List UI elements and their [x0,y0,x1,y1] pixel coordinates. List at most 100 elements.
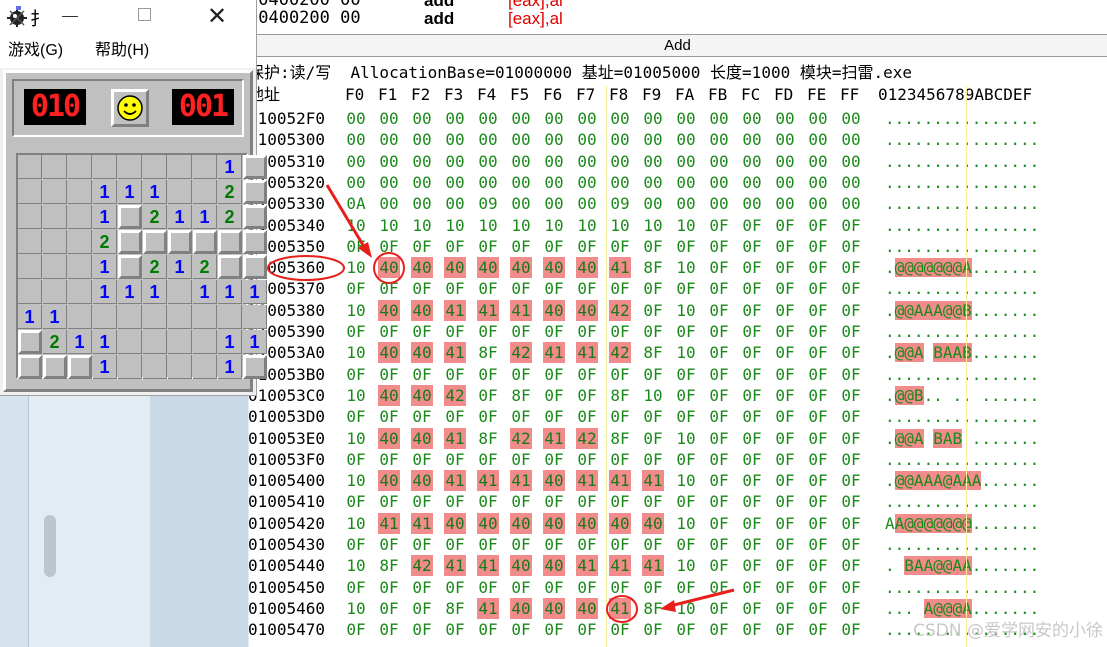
dump-byte[interactable]: 10 [510,215,532,236]
mine-cell[interactable]: 1 [93,330,117,354]
dump-byte[interactable]: 0F [543,406,565,427]
dump-byte[interactable]: 00 [543,108,565,129]
mine-cell[interactable] [43,155,67,179]
dump-byte[interactable]: 0F [345,278,367,299]
dump-byte[interactable]: 0F [708,257,730,278]
dump-byte[interactable]: 00 [543,172,565,193]
dump-byte[interactable]: 00 [807,108,829,129]
mine-cell[interactable] [218,305,242,329]
dump-byte[interactable]: 0F [807,236,829,257]
dump-byte[interactable]: 00 [642,129,664,150]
dump-byte[interactable]: 00 [477,151,499,172]
dump-byte[interactable]: 00 [510,129,532,150]
dump-byte[interactable]: 0F [741,215,763,236]
dump-byte[interactable]: 0F [807,300,829,321]
dump-byte[interactable]: 00 [543,193,565,214]
mine-cell[interactable] [143,305,167,329]
dump-byte[interactable]: 00 [378,172,400,193]
dump-byte[interactable]: 0F [741,406,763,427]
dump-byte[interactable]: 41 [543,427,565,449]
dump-byte[interactable]: 10 [675,342,697,363]
dump-byte[interactable]: 00 [345,151,367,172]
dump-byte[interactable]: 0F [378,598,400,619]
dump-byte[interactable]: 00 [444,108,466,129]
dump-byte[interactable]: 0F [543,321,565,342]
mine-cell[interactable] [68,155,92,179]
dump-byte[interactable]: 0F [774,215,796,236]
dump-byte[interactable]: 0F [840,555,862,576]
mine-cell[interactable]: 1 [18,305,42,329]
dump-byte[interactable]: 0F [741,385,763,406]
dump-byte[interactable]: 0F [411,364,433,385]
dump-byte[interactable]: 0F [345,577,367,598]
dump-byte[interactable]: 0F [411,321,433,342]
dump-byte[interactable]: 10 [345,385,367,406]
dump-byte[interactable]: 00 [774,108,796,129]
dump-byte[interactable]: 0F [774,534,796,555]
mine-cell[interactable]: 2 [43,330,67,354]
dump-byte[interactable]: 00 [741,151,763,172]
mine-cell[interactable] [68,205,92,229]
dump-byte[interactable]: 0F [543,491,565,512]
mine-cell[interactable] [193,305,217,329]
dump-byte[interactable]: 00 [840,108,862,129]
dump-byte[interactable]: 0F [411,449,433,470]
mine-cell[interactable]: 2 [143,255,167,279]
dump-byte[interactable]: 40 [510,555,532,577]
dump-byte[interactable]: 0F [675,385,697,406]
dump-byte[interactable]: 0F [576,577,598,598]
dump-byte[interactable]: 41 [609,257,631,279]
dump-byte[interactable]: 0F [774,598,796,619]
dump-byte[interactable]: 40 [477,257,499,279]
dump-row[interactable]: 01005320 00 00 00 00 00 00 00 00 00 00 00 00 00 00 00 00… [248,172,1107,193]
dump-byte[interactable]: 0F [840,619,862,640]
mine-cell[interactable] [168,280,192,304]
dump-byte[interactable]: 00 [675,151,697,172]
dump-byte[interactable]: 40 [543,470,565,492]
dump-byte[interactable]: 0F [774,428,796,449]
dump-byte[interactable]: 10 [675,215,697,236]
dump-byte[interactable]: 0F [510,449,532,470]
dump-byte[interactable]: 00 [510,108,532,129]
dump-byte[interactable]: 00 [774,193,796,214]
dump-byte[interactable]: 0F [345,619,367,640]
mine-cell[interactable]: 2 [218,180,242,204]
dump-byte[interactable]: 10 [675,555,697,576]
dump-row[interactable]: 01005430 0F 0F 0F 0F 0F 0F 0F 0F 0F 0F 0F 0F 0F 0F 0F 0F… [248,534,1107,555]
dump-byte[interactable]: 0F [477,321,499,342]
mine-cell[interactable]: 2 [218,205,242,229]
dump-byte[interactable]: 0F [378,321,400,342]
dump-byte[interactable]: 0F [840,342,862,363]
dump-byte[interactable]: 41 [642,555,664,577]
dump-byte[interactable]: 0F [807,428,829,449]
dump-byte[interactable]: 41 [444,555,466,577]
dump-byte[interactable]: 0F [807,215,829,236]
dump-byte[interactable]: 8F [510,385,532,406]
dump-byte[interactable]: 8F [642,342,664,363]
dump-byte[interactable]: 0F [345,236,367,257]
dump-byte[interactable]: 0F [741,598,763,619]
dump-byte[interactable]: 0F [378,364,400,385]
dump-byte[interactable]: 42 [609,342,631,364]
dump-byte[interactable]: 0F [642,449,664,470]
dump-byte[interactable]: 0F [708,406,730,427]
dump-byte[interactable]: 0F [642,321,664,342]
dump-byte[interactable]: 0F [675,577,697,598]
dump-byte[interactable]: 0F [774,257,796,278]
mine-cell[interactable] [68,305,92,329]
mine-cell[interactable]: 2 [193,255,217,279]
dump-byte[interactable]: 0F [708,278,730,299]
dump-byte[interactable]: 42 [411,555,433,577]
dump-byte[interactable]: 0F [807,385,829,406]
dump-byte[interactable]: 40 [576,512,598,534]
dump-byte[interactable]: 41 [444,299,466,321]
dump-byte[interactable]: 0F [840,470,862,491]
dump-byte[interactable]: 40 [378,470,400,492]
dump-byte[interactable]: 10 [609,215,631,236]
minimize-icon[interactable] [62,16,78,17]
dump-byte[interactable]: 0F [675,619,697,640]
dump-byte[interactable]: 00 [378,151,400,172]
dump-byte[interactable]: 0F [774,342,796,363]
dump-byte[interactable]: 00 [576,129,598,150]
mine-cell[interactable] [68,255,92,279]
